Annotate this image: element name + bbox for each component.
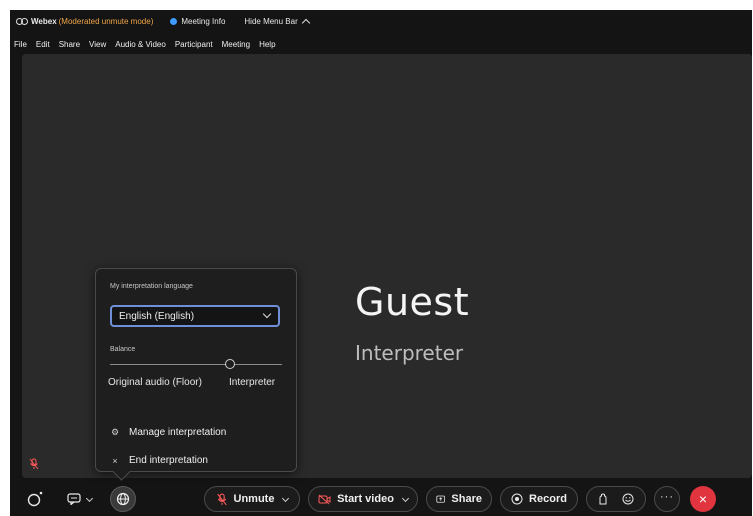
participant-role: Interpreter [355,341,464,365]
balance-left-label: Original audio (Floor) [108,377,202,388]
menu-edit[interactable]: Edit [36,40,50,49]
balance-slider[interactable] [110,364,282,365]
layout-icon [27,491,43,507]
end-interpretation-item[interactable]: × End interpretation [110,455,208,466]
share-screen-icon [436,495,446,503]
app-title: Webex (Moderated unmute mode) [10,17,153,26]
record-icon [511,493,523,505]
globe-icon [116,492,130,506]
hide-menu-label: Hide Menu Bar [244,16,298,26]
manage-interpretation-label: Manage interpretation [129,427,227,438]
language-label: My interpretation language [110,283,193,290]
close-icon: × [112,455,118,466]
unmute-label: Unmute [233,493,275,505]
raise-hand-button[interactable] [598,493,608,505]
menu-share[interactable]: Share [59,40,80,49]
close-icon: × [698,491,708,507]
smiley-icon [622,493,634,505]
record-label: Record [529,493,567,505]
chevron-down-icon [282,494,290,502]
share-button[interactable]: Share [426,486,492,512]
menu-meeting[interactable]: Meeting [222,40,250,49]
selected-language: English (English) [119,310,195,322]
hand-icon [599,493,607,505]
unmute-button[interactable]: Unmute [204,486,300,512]
menu-view[interactable]: View [89,40,106,49]
manage-interpretation-item[interactable]: ⚙ Manage interpretation [110,427,226,438]
menu-audio-video[interactable]: Audio & Video [115,40,166,49]
app-name: Webex [31,16,57,26]
interpretation-button[interactable] [110,486,136,512]
layout-button[interactable] [22,486,48,512]
title-bar: Webex (Moderated unmute mode) Meeting In… [10,10,752,32]
menu-file[interactable]: File [14,40,27,49]
chat-button[interactable] [62,486,96,512]
webex-window: Webex (Moderated unmute mode) Meeting In… [10,10,752,516]
leave-meeting-button[interactable]: × [690,486,716,512]
share-label: Share [451,493,482,505]
muted-microphone-icon [216,493,227,505]
menu-help[interactable]: Help [259,40,275,49]
more-options-button[interactable]: ··· [654,486,680,512]
record-button[interactable]: Record [500,486,578,512]
start-video-button[interactable]: Start video [308,486,418,512]
meeting-info-button[interactable]: Meeting Info [153,17,225,26]
hide-menu-bar-button[interactable]: Hide Menu Bar [244,16,310,27]
meeting-info-label: Meeting Info [181,16,226,26]
balance-label: Balance [110,346,136,353]
chevron-down-icon [262,309,272,319]
start-video-label: Start video [337,493,394,505]
end-interpretation-label: End interpretation [129,455,208,466]
menu-bar: File Edit Share View Audio & Video Parti… [10,37,285,51]
reactions-group [586,486,646,512]
chevron-up-icon [301,18,310,27]
gear-icon: ⚙ [110,427,120,437]
balance-right-label: Interpreter [229,377,276,388]
more-icon: ··· [660,491,674,503]
participant-name: Guest [355,280,470,324]
menu-participant[interactable]: Participant [175,40,213,49]
info-icon [170,17,178,25]
chat-icon [66,493,81,505]
chevron-down-icon [85,494,93,502]
balance-slider-handle[interactable] [225,359,236,369]
meeting-mode: (Moderated unmute mode) [58,16,154,26]
muted-microphone-icon [29,458,39,470]
meeting-controls: Unmute Start video Share Record ··· × [10,482,752,516]
chevron-down-icon [401,494,409,502]
language-select[interactable]: English (English) [110,305,280,327]
reactions-button[interactable] [622,493,634,505]
video-off-icon [318,494,331,504]
webex-logo-icon [16,17,28,25]
interpretation-popup: My interpretation language English (Engl… [95,268,297,472]
